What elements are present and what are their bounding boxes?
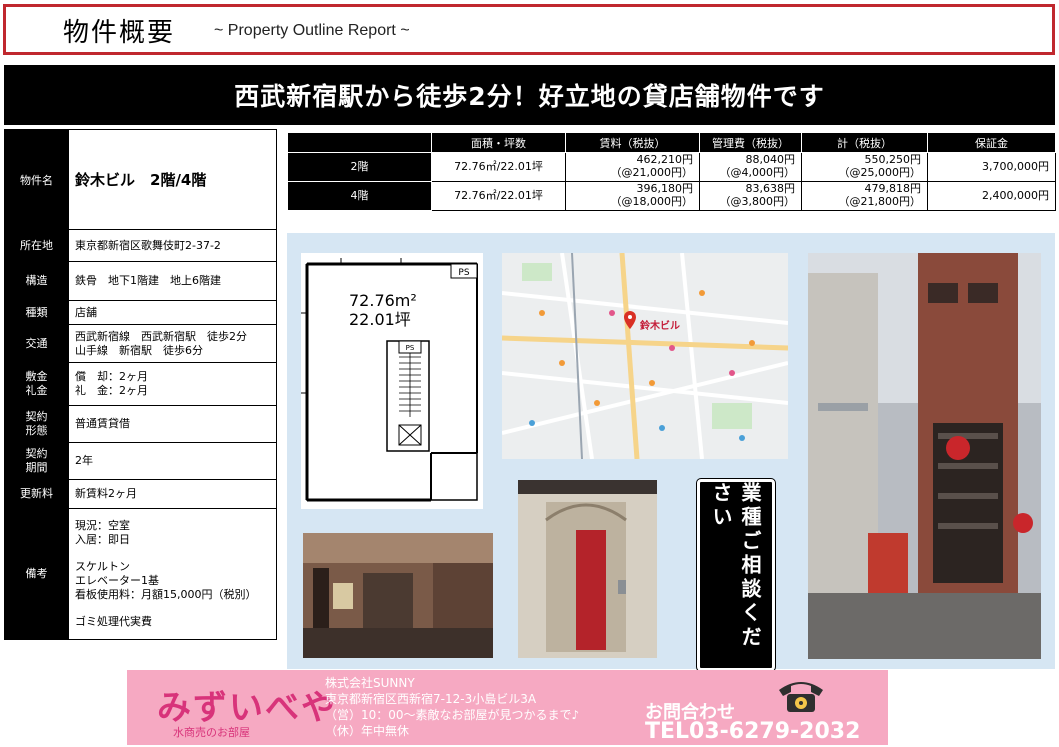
info-row: 備考 現況：空室 入居：即日 スケルトン エレベーター1基 看板使用料：月額15… (4, 508, 277, 640)
info-value: 店舗 (68, 300, 277, 325)
rent-floor: 2階 (287, 152, 432, 182)
footer-phone-number[interactable]: TEL03-6279-2032 (645, 719, 860, 744)
rent-deposit: 2,400,000円 (927, 181, 1056, 211)
info-row: 種類 店舗 (4, 300, 277, 325)
info-label: 契約 形態 (4, 405, 69, 443)
telephone-icon (779, 682, 823, 712)
info-row: 敷金 礼金 償 却：2ヶ月 礼 金：2ヶ月 (4, 362, 277, 406)
map-graphic (502, 253, 788, 459)
rent-total: 550,250円 （@25,000円） (801, 152, 928, 182)
info-value: 西武新宿線 西武新宿駅 徒歩2分 山手線 新宿駅 徒歩6分 (68, 324, 277, 363)
info-value: 2年 (68, 442, 277, 480)
info-value: 現況：空室 入居：即日 スケルトン エレベーター1基 看板使用料：月額15,00… (68, 508, 277, 640)
rent-mgmt: 88,040円 （@4,000円） (699, 152, 802, 182)
headline-banner: 西武新宿駅から徒歩2分！好立地の貸店舗物件です (4, 65, 1055, 125)
info-label: 備考 (4, 508, 69, 640)
rent-header: 管理費（税抜） (699, 132, 802, 153)
info-label-name: 物件名 (4, 129, 69, 230)
rent-mgmt: 83,638円 （@3,800円） (699, 181, 802, 211)
rent-header (287, 132, 432, 153)
rent-floor: 4階 (287, 181, 432, 211)
ps-label: PS (458, 268, 469, 278)
report-header: 物件概要 ~ Property Outline Report ~ (3, 4, 1055, 55)
rent-rent: 396,180円 （@18,000円） (565, 181, 700, 211)
info-value: 償 却：2ヶ月 礼 金：2ヶ月 (68, 362, 277, 406)
rent-header: 賃料（税抜） (565, 132, 700, 153)
info-row: 交通 西武新宿線 西武新宿駅 徒歩2分 山手線 新宿駅 徒歩6分 (4, 324, 277, 363)
info-label: 契約 期間 (4, 442, 69, 480)
footer-banner[interactable]: みずいべや 水商売のお部屋 株式会社SUNNY 東京都新宿区西新宿7-12-3小… (127, 670, 888, 745)
floor-plan: PS PS 72.76m² 22.01坪 (301, 253, 483, 509)
rent-table: 面積・坪数 賃料（税抜） 管理費（税抜） 計（税抜） 保証金 2階 72.76㎡… (287, 132, 1056, 211)
footer-logo: みずいべや (157, 688, 337, 728)
photo-panel: PS PS 72.76m² 22.01坪 鈴木ビル 業種ご相談ください (287, 233, 1055, 672)
building-photo-image (808, 253, 1041, 659)
info-row: 構造 鉄骨 地下1階建 地上6階建 (4, 261, 277, 301)
svg-text:PS: PS (406, 344, 415, 352)
plan-area-tsubo: 22.01坪 (349, 310, 411, 330)
rent-row: 2階 72.76㎡/22.01坪 462,210円 （@21,000円） 88,… (287, 152, 1056, 182)
map-marker-label: 鈴木ビル (640, 321, 680, 332)
rent-header: 面積・坪数 (431, 132, 566, 153)
elevator-photo (518, 480, 657, 658)
rent-header-row: 面積・坪数 賃料（税抜） 管理費（税抜） 計（税抜） 保証金 (287, 132, 1056, 153)
storefront-photo-image (303, 533, 493, 658)
building-photo (808, 253, 1041, 659)
info-row-name: 物件名 鈴木ビル 2階/4階 (4, 129, 277, 230)
elevator-photo-image (518, 480, 657, 658)
rent-total: 479,818円 （@21,800円） (801, 181, 928, 211)
plan-area: 72.76m² 22.01坪 (349, 291, 417, 329)
info-label: 所在地 (4, 229, 69, 262)
info-label: 更新料 (4, 479, 69, 509)
storefront-photo (303, 533, 493, 658)
info-label: 交通 (4, 324, 69, 363)
rent-deposit: 3,700,000円 (927, 152, 1056, 182)
headline-text: 西武新宿駅から徒歩2分！好立地の貸店舗物件です (234, 82, 825, 111)
rent-row: 4階 72.76㎡/22.01坪 396,180円 （@18,000円） 83,… (287, 181, 1056, 211)
consult-badge-text: 業種ご相談ください (709, 482, 762, 650)
info-row: 契約 形態 普通賃貸借 (4, 405, 277, 443)
plan-area-m2: 72.76m² (349, 291, 417, 310)
property-info-table: 物件名 鈴木ビル 2階/4階 所在地 東京都新宿区歌舞伎町2-37-2 構造 鉄… (4, 129, 277, 640)
footer-company-info: 株式会社SUNNY 東京都新宿区西新宿7-12-3小島ビル3A （営）10：00… (325, 676, 580, 738)
info-row: 所在地 東京都新宿区歌舞伎町2-37-2 (4, 229, 277, 262)
info-value: 普通賃貸借 (68, 405, 277, 443)
location-map[interactable]: 鈴木ビル (502, 253, 788, 459)
info-row: 契約 期間 2年 (4, 442, 277, 480)
info-value: 鉄骨 地下1階建 地上6階建 (68, 261, 277, 301)
info-label: 種類 (4, 300, 69, 325)
rent-area: 72.76㎡/22.01坪 (431, 181, 566, 211)
rent-header: 計（税抜） (801, 132, 928, 153)
footer-logo-sub: 水商売のお部屋 (173, 726, 250, 739)
rent-area: 72.76㎡/22.01坪 (431, 152, 566, 182)
info-value: 東京都新宿区歌舞伎町2-37-2 (68, 229, 277, 262)
info-value: 新賃料2ヶ月 (68, 479, 277, 509)
header-title-en: ~ Property Outline Report ~ (214, 22, 410, 39)
info-label: 敷金 礼金 (4, 362, 69, 406)
info-value-name: 鈴木ビル 2階/4階 (68, 129, 277, 230)
rent-header: 保証金 (927, 132, 1056, 153)
rent-rent: 462,210円 （@21,000円） (565, 152, 700, 182)
info-label: 構造 (4, 261, 69, 301)
consult-badge: 業種ご相談ください (696, 478, 776, 672)
info-row: 更新料 新賃料2ヶ月 (4, 479, 277, 509)
header-title-jp: 物件概要 (63, 18, 176, 48)
